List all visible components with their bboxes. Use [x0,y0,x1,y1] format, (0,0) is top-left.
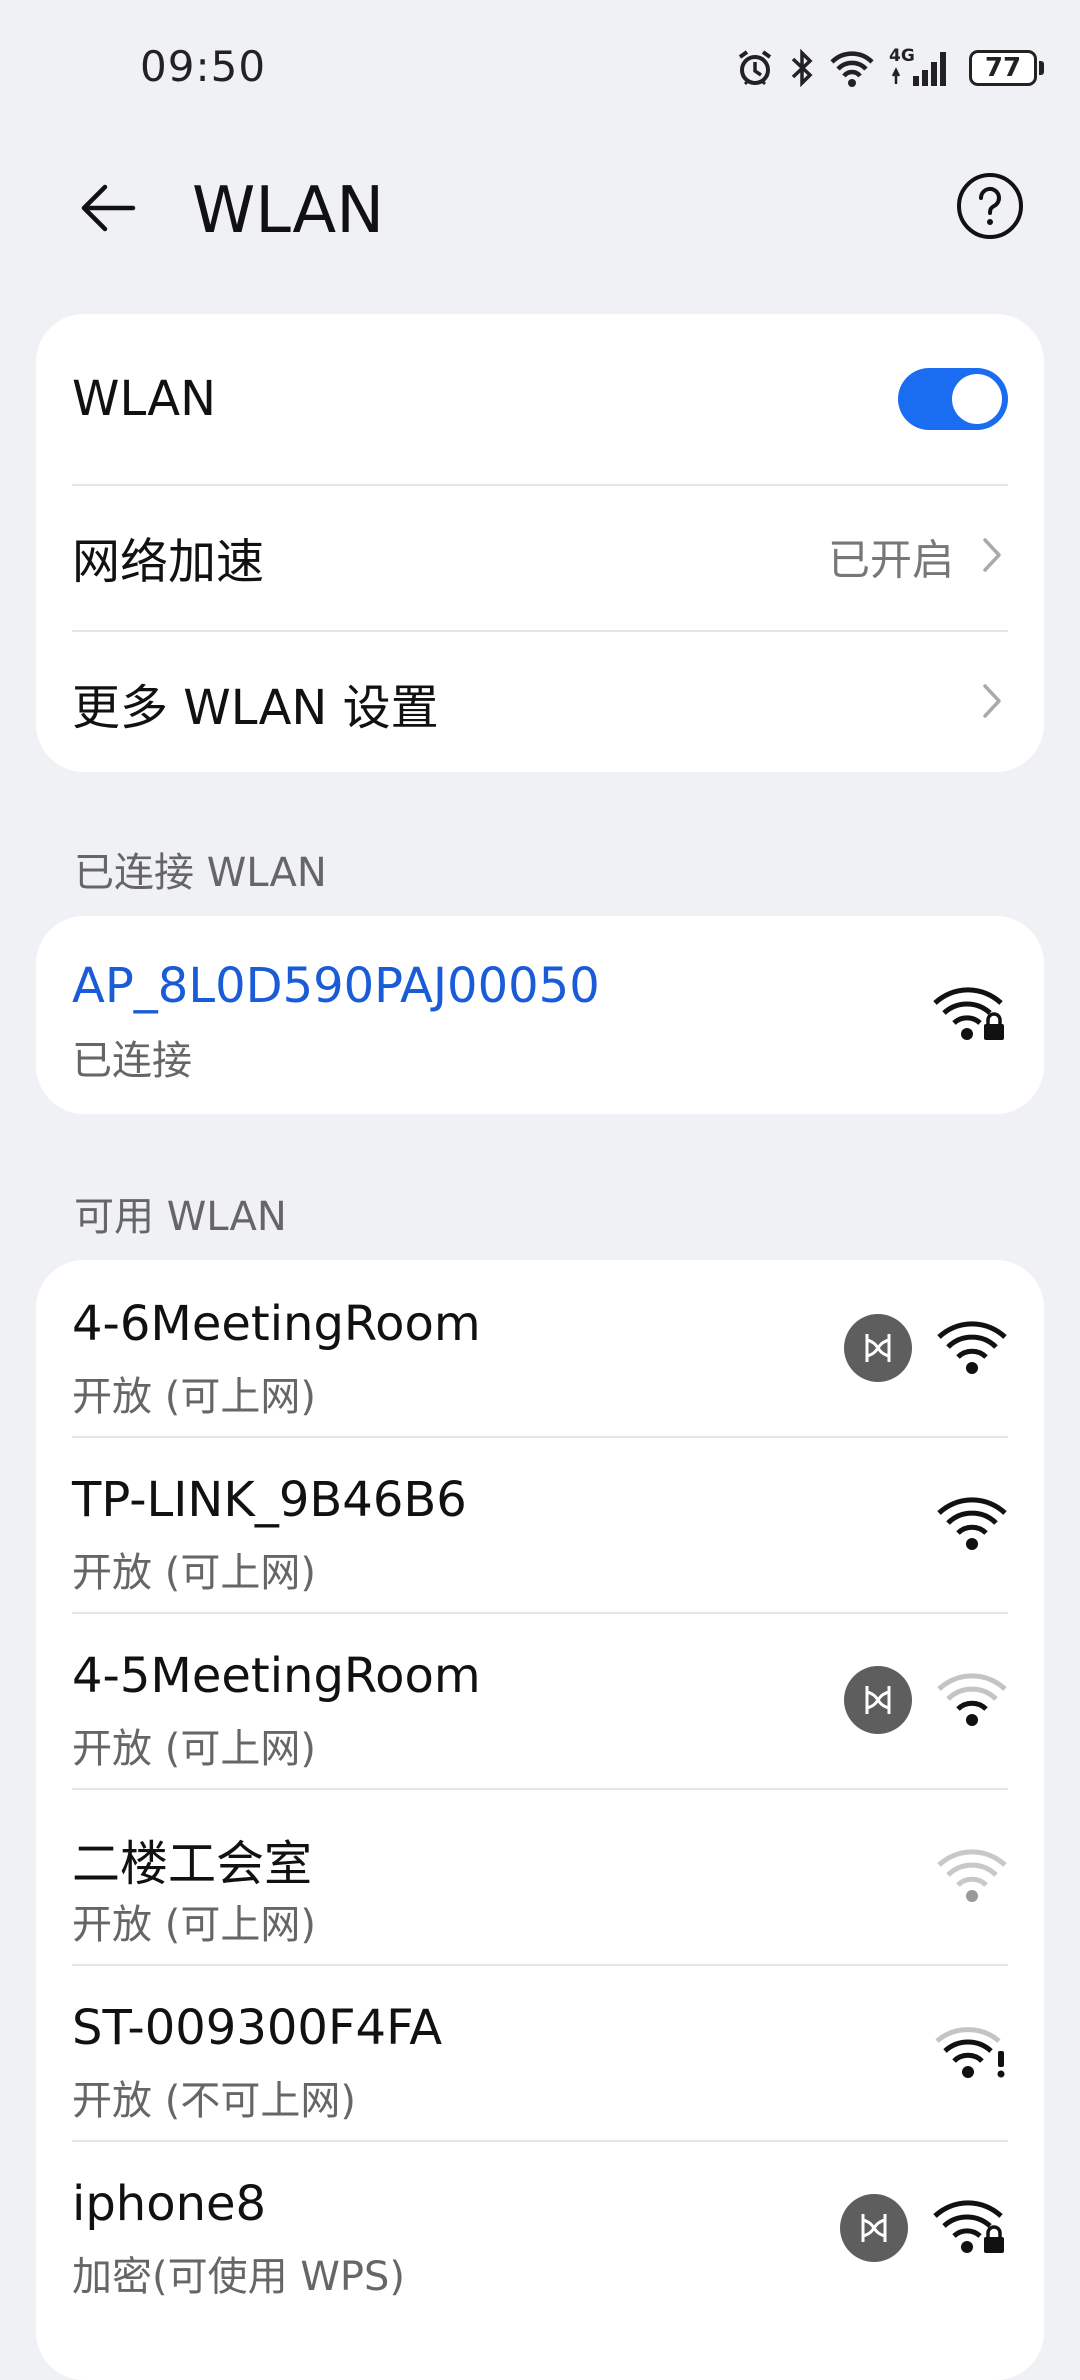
cellular-signal-icon: 4G [889,46,955,90]
wifi-lock-icon [932,2196,1008,2260]
bluetooth-icon [789,48,815,88]
network-acceleration-row[interactable]: 网络加速 已开启 [72,484,1008,630]
connected-network-name: AP_8L0D590PAJ00050 [72,958,600,1014]
huawei-share-icon [840,2194,908,2262]
network-list-item[interactable]: 二楼工会室 开放 (可上网) [72,1788,1008,1964]
wlan-toggle-switch[interactable] [898,368,1008,430]
chevron-right-icon [980,535,1004,579]
network-status: 开放 (可上网) [72,1726,316,1772]
network-list-item[interactable]: 4-5MeetingRoom 开放 (可上网) [72,1612,1008,1788]
network-name: iphone8 [72,2176,267,2232]
help-icon [955,171,1025,245]
wifi-icon [829,48,875,88]
network-name: ST-009300F4FA [72,2000,443,2056]
battery-icon: 77 [969,50,1044,86]
wlan-toggle-label: WLAN [72,371,217,427]
network-status: 开放 (可上网) [72,1374,316,1420]
wifi-very-weak-icon [936,1845,1008,1907]
network-name: 二楼工会室 [72,1836,313,1892]
connected-network-card: AP_8L0D590PAJ00050 已连接 [36,916,1044,1114]
wlan-toggle-row[interactable]: WLAN [72,314,1008,484]
help-button[interactable] [950,168,1030,248]
connected-network-status: 已连接 [72,1038,192,1084]
available-networks-card: 4-6MeetingRoom 开放 (可上网) TP-LINK_9B46B6 开… [36,1260,1044,2380]
network-name: 4-5MeetingRoom [72,1648,481,1704]
network-status: 开放 (不可上网) [72,2078,356,2124]
status-time: 09:50 [140,42,267,91]
network-acceleration-label: 网络加速 [72,534,265,590]
network-name: 4-6MeetingRoom [72,1296,481,1352]
status-icons: 4G 77 [735,44,1044,92]
network-status: 开放 (可上网) [72,1902,316,1948]
status-bar: 09:50 4G 77 [0,0,1080,140]
huawei-share-icon [844,1666,912,1734]
more-wlan-settings-row[interactable]: 更多 WLAN 设置 [72,630,1008,776]
network-status: 开放 (可上网) [72,1550,316,1596]
chevron-right-icon [980,681,1004,725]
network-name: TP-LINK_9B46B6 [72,1472,467,1528]
wlan-settings-card: WLAN 网络加速 已开启 更多 WLAN 设置 [36,314,1044,772]
network-list-item[interactable]: 4-6MeetingRoom 开放 (可上网) [72,1260,1008,1436]
huawei-share-icon [844,1314,912,1382]
available-section-title: 可用 WLAN [74,1194,287,1240]
wifi-strong-icon [936,1493,1008,1555]
connected-section-title: 已连接 WLAN [74,850,327,896]
wifi-lock-icon [932,983,1008,1047]
back-arrow-icon [75,175,141,245]
network-list-item[interactable]: iphone8 加密(可使用 WPS) [72,2140,1008,2316]
wifi-warning-icon [934,2021,1008,2083]
connected-network-row[interactable]: AP_8L0D590PAJ00050 已连接 [72,916,1008,1114]
page-header: WLAN [0,150,1080,270]
page-title: WLAN [192,174,385,248]
wifi-weak-icon [936,1669,1008,1731]
alarm-icon [735,48,775,88]
network-list-item[interactable]: TP-LINK_9B46B6 开放 (可上网) [72,1436,1008,1612]
more-wlan-settings-label: 更多 WLAN 设置 [72,680,439,736]
network-status: 加密(可使用 WPS) [72,2254,405,2300]
battery-level: 77 [969,50,1037,86]
network-list-item[interactable]: ST-009300F4FA 开放 (不可上网) [72,1964,1008,2140]
wifi-strong-icon [936,1317,1008,1379]
connected-network-icons [932,983,1008,1047]
back-button[interactable] [70,172,146,248]
network-acceleration-value: 已开启 [827,535,954,585]
